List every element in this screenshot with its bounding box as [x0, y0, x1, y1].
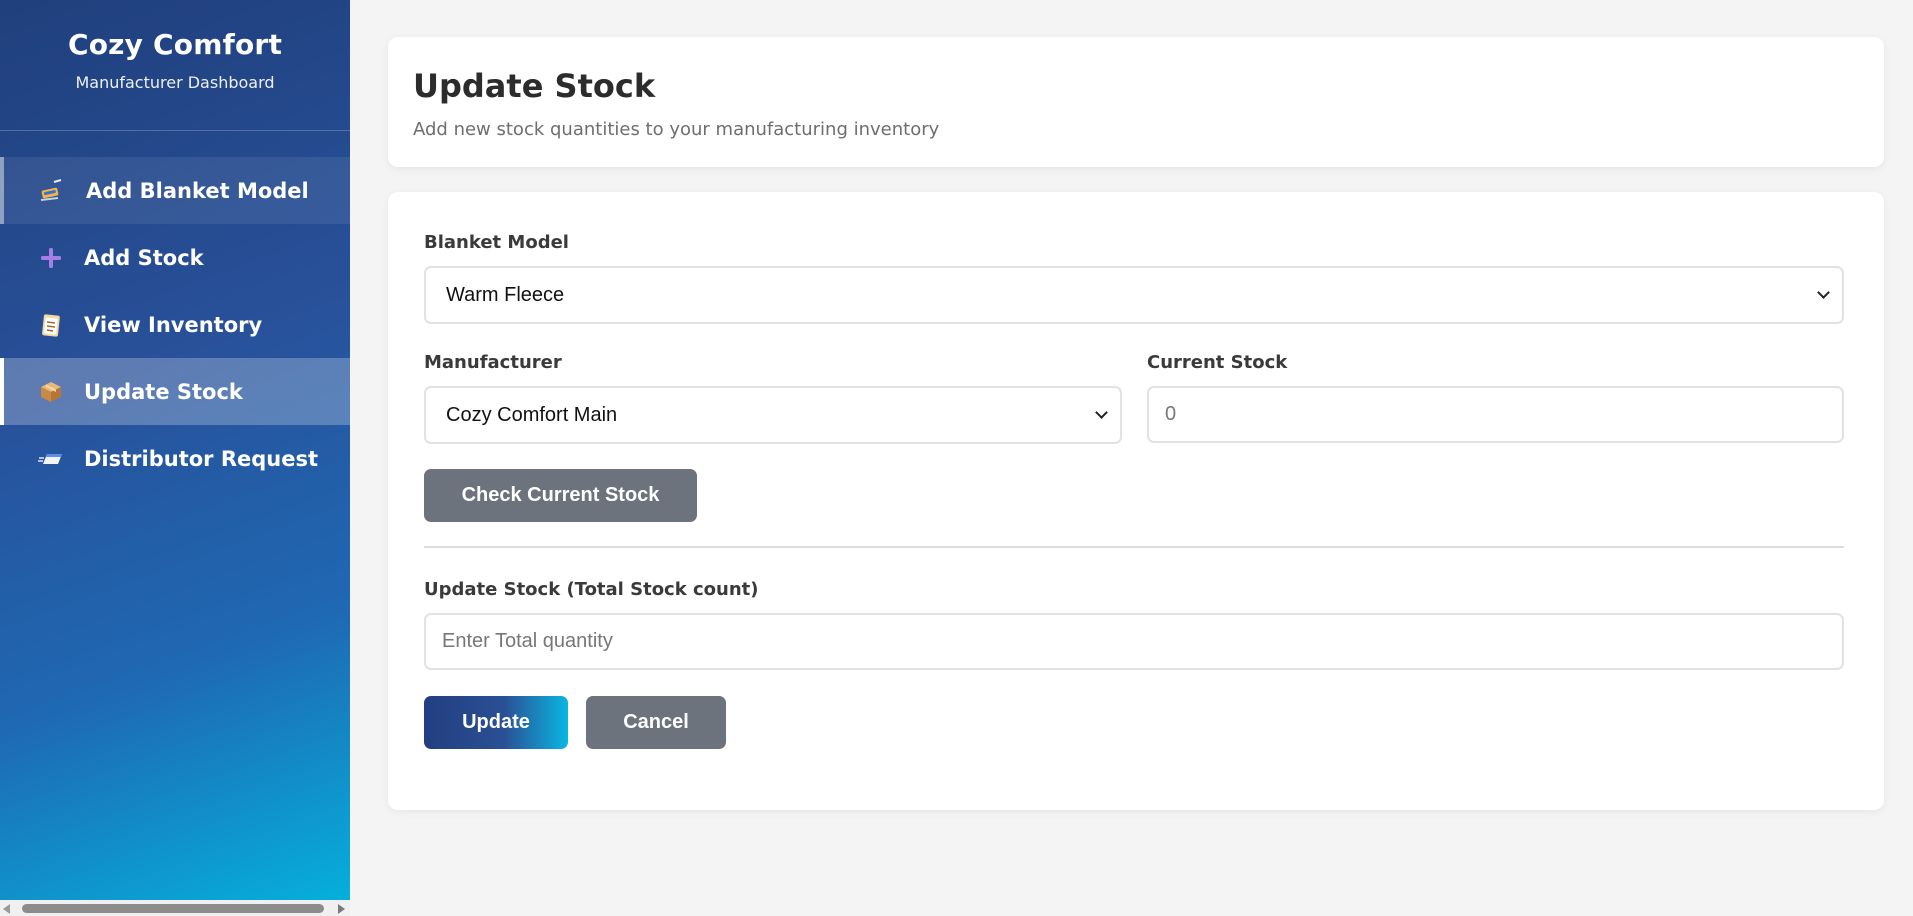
clipboard-icon	[38, 312, 64, 338]
fast-delivery-icon	[38, 446, 64, 472]
update-button[interactable]: Update	[424, 696, 568, 749]
blanket-model-label: Blanket Model	[424, 232, 569, 253]
sidebar-item-label: Update Stock	[84, 379, 243, 404]
sidebar-item-label: Distributor Request	[84, 446, 319, 471]
brand-subtitle: Manufacturer Dashboard	[75, 73, 275, 92]
current-stock-field[interactable]	[1147, 386, 1844, 443]
chevron-down-icon	[1095, 406, 1108, 419]
sidebar-nav: Add Blanket Model Add Stock View Invento…	[0, 157, 350, 492]
page-subtitle: Add new stock quantities to your manufac…	[413, 119, 940, 140]
check-current-stock-button[interactable]: Check Current Stock	[424, 469, 697, 522]
scroll-left-icon[interactable]	[3, 904, 10, 914]
blanket-model-select[interactable]: Warm Fleece	[424, 266, 1844, 324]
chevron-down-icon	[1817, 286, 1830, 299]
sidebar-item-label: Add Stock	[84, 245, 204, 270]
sidebar: Cozy Comfort Manufacturer Dashboard Add …	[0, 0, 350, 916]
scrollbar-thumb[interactable]	[22, 904, 324, 913]
horizontal-scrollbar[interactable]	[0, 900, 350, 916]
update-stock-label: Update Stock (Total Stock count)	[424, 579, 759, 600]
sidebar-item-distributor-request[interactable]: Distributor Request	[0, 425, 350, 492]
sidebar-item-label: View Inventory	[84, 312, 263, 337]
sewing-icon	[38, 178, 64, 204]
sidebar-item-view-inventory[interactable]: View Inventory	[0, 291, 350, 358]
page-header-card: Update Stock Add new stock quantities to…	[388, 37, 1884, 167]
scroll-right-icon[interactable]	[338, 904, 345, 914]
sidebar-item-add-blanket-model[interactable]: Add Blanket Model	[0, 157, 350, 224]
sidebar-item-label: Add Blanket Model	[86, 178, 309, 203]
manufacturer-label: Manufacturer	[424, 352, 562, 373]
total-quantity-input[interactable]	[424, 613, 1844, 670]
update-stock-form: Blanket Model Warm Fleece Manufacturer C…	[388, 192, 1884, 810]
current-stock-label: Current Stock	[1147, 352, 1288, 373]
page-title: Update Stock	[413, 67, 656, 105]
sidebar-item-update-stock[interactable]: Update Stock	[0, 358, 350, 425]
brand: Cozy Comfort Manufacturer Dashboard	[0, 0, 350, 131]
divider	[424, 546, 1844, 548]
plus-icon	[38, 245, 64, 271]
blanket-model-value: Warm Fleece	[446, 283, 565, 306]
sidebar-item-add-stock[interactable]: Add Stock	[0, 224, 350, 291]
brand-title: Cozy Comfort	[67, 28, 283, 61]
cancel-button[interactable]: Cancel	[586, 696, 726, 749]
manufacturer-select[interactable]: Cozy Comfort Main	[424, 386, 1122, 444]
package-icon	[38, 379, 64, 405]
manufacturer-value: Cozy Comfort Main	[446, 403, 618, 426]
